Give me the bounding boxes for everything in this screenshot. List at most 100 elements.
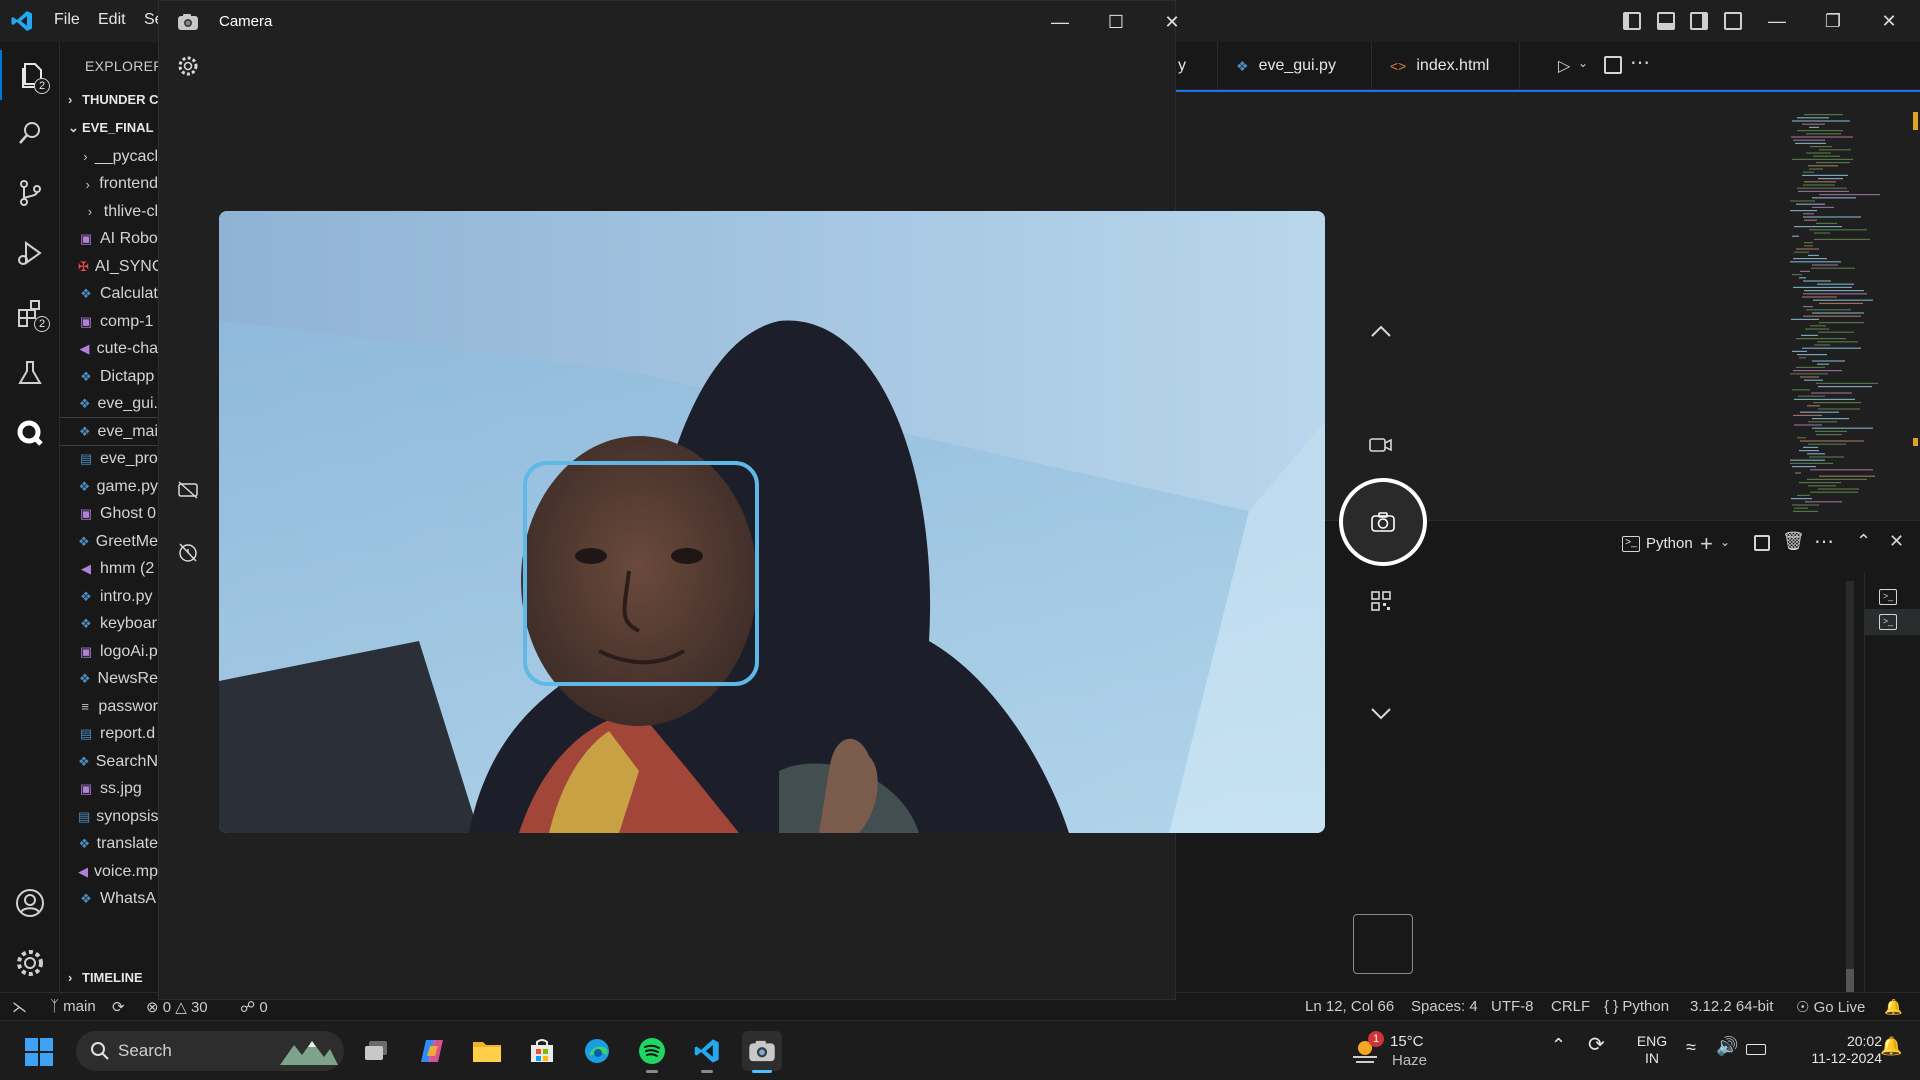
file-item[interactable]: ◀ cute-cha bbox=[60, 336, 158, 363]
qr-scan-button[interactable] bbox=[1361, 581, 1401, 621]
camera-close-icon[interactable]: ✕ bbox=[1149, 7, 1195, 37]
ports-indicator[interactable]: ☍ 0 bbox=[240, 998, 268, 1016]
terminal-selector[interactable]: >_ Python bbox=[1622, 535, 1693, 552]
camera-maximize-icon[interactable]: ☐ bbox=[1093, 7, 1139, 37]
terminal-scrollbar[interactable] bbox=[1846, 581, 1854, 993]
file-item[interactable]: ❖ WhatsA bbox=[60, 886, 158, 913]
file-item[interactable]: ❖ SearchN bbox=[60, 748, 158, 775]
trash-icon[interactable]: 🗑 bbox=[1782, 531, 1805, 552]
camera-viewfinder[interactable] bbox=[219, 211, 1325, 833]
problems-indicator[interactable]: ⊗ 0 △ 30 bbox=[146, 998, 208, 1016]
branch-indicator[interactable]: ᛉ main bbox=[50, 998, 96, 1015]
file-item[interactable]: ▣ Ghost 0 bbox=[60, 501, 158, 528]
file-item[interactable]: ▤ synopsis bbox=[60, 803, 158, 830]
language-mode[interactable]: { } Python bbox=[1604, 998, 1669, 1015]
panel-more-icon[interactable]: ⋯ bbox=[1814, 529, 1834, 554]
sync-icon[interactable]: ⟳ bbox=[112, 998, 125, 1016]
tab-partial[interactable]: y bbox=[1176, 42, 1218, 90]
hdr-off-icon[interactable] bbox=[177, 479, 199, 501]
file-item[interactable]: ◀ hmm (2 bbox=[60, 556, 158, 583]
battery-icon[interactable] bbox=[1746, 1044, 1766, 1055]
file-item[interactable]: ▣ logoAi.p bbox=[60, 638, 158, 665]
run-dropdown-icon[interactable]: ⌄ bbox=[1578, 56, 1588, 70]
split-terminal-icon[interactable] bbox=[1754, 535, 1770, 551]
edge-button[interactable] bbox=[577, 1031, 617, 1071]
start-button[interactable] bbox=[24, 1037, 54, 1067]
terminal-tab-icon[interactable]: >_ bbox=[1879, 589, 1897, 605]
testing-activity[interactable] bbox=[0, 348, 60, 398]
vscode-taskbar-button[interactable] bbox=[687, 1031, 727, 1073]
file-item[interactable]: ▣ comp-1 bbox=[60, 308, 158, 335]
maximize-panel-icon[interactable]: ⌃ bbox=[1856, 531, 1871, 552]
file-item[interactable]: ▣ AI Robo bbox=[60, 226, 158, 253]
volume-icon[interactable]: 🔊 bbox=[1716, 1037, 1738, 1055]
close-panel-icon[interactable]: ✕ bbox=[1889, 531, 1904, 552]
file-item[interactable]: ❖ intro.py bbox=[60, 583, 158, 610]
file-item[interactable]: ❖ NewsRe bbox=[60, 666, 158, 693]
manage-activity[interactable] bbox=[0, 938, 60, 988]
spotify-button[interactable] bbox=[632, 1031, 672, 1073]
toggle-secondary-sidebar-icon[interactable] bbox=[1690, 12, 1708, 30]
live-share-activity[interactable] bbox=[0, 408, 60, 458]
accounts-activity[interactable] bbox=[0, 878, 60, 928]
run-debug-activity[interactable] bbox=[0, 228, 60, 278]
toggle-panel-icon[interactable] bbox=[1657, 12, 1675, 30]
last-photo-thumbnail[interactable] bbox=[1353, 914, 1413, 974]
input-language[interactable]: ENG IN bbox=[1630, 1033, 1674, 1067]
copilot-button[interactable] bbox=[412, 1031, 452, 1071]
toggle-sidebar-icon[interactable] bbox=[1623, 12, 1641, 30]
take-photo-button[interactable] bbox=[1339, 478, 1427, 566]
video-mode-button[interactable] bbox=[1361, 425, 1401, 465]
file-item[interactable]: ❖ GreetMe bbox=[60, 528, 158, 555]
terminal-scrollbar-thumb[interactable] bbox=[1846, 969, 1854, 993]
encoding[interactable]: UTF-8 bbox=[1491, 998, 1534, 1015]
customize-layout-icon[interactable] bbox=[1724, 12, 1742, 30]
run-python-icon[interactable]: ▷ bbox=[1558, 56, 1570, 76]
show-hidden-icons[interactable]: ⌃ bbox=[1551, 1036, 1566, 1054]
file-item[interactable]: ▣ ss.jpg bbox=[60, 776, 158, 803]
file-item[interactable]: ❖ keyboar bbox=[60, 611, 158, 638]
tab-eve-gui[interactable]: ❖ eve_gui.py bbox=[1218, 42, 1372, 90]
cursor-position[interactable]: Ln 12, Col 66 bbox=[1305, 998, 1394, 1015]
explorer-activity[interactable]: 2 bbox=[0, 50, 60, 100]
clock[interactable]: 20:02 11-12-2024 bbox=[1782, 1033, 1882, 1067]
weather-widget[interactable]: 1 15°C Haze bbox=[1346, 1031, 1456, 1071]
menu-edit[interactable]: Edit bbox=[98, 11, 126, 29]
file-item[interactable]: ✠ AI_SYNC bbox=[60, 253, 158, 280]
notification-bell-icon[interactable]: 🔔 bbox=[1880, 1037, 1902, 1055]
remote-icon[interactable]: ⋋ bbox=[12, 998, 27, 1016]
file-item[interactable]: ▤ eve_pro bbox=[60, 446, 158, 473]
minimap[interactable] bbox=[1780, 112, 1910, 512]
file-item[interactable]: ❖ translate bbox=[60, 831, 158, 858]
vscode-restore-icon[interactable]: ❐ bbox=[1820, 8, 1846, 34]
file-item[interactable]: ❖ eve_gui. bbox=[60, 391, 158, 418]
indentation[interactable]: Spaces: 4 bbox=[1411, 998, 1478, 1015]
camera-taskbar-button[interactable] bbox=[742, 1031, 782, 1073]
scroll-up-button[interactable] bbox=[1361, 311, 1401, 351]
file-item[interactable]: ▤ report.d bbox=[60, 721, 158, 748]
task-view-button[interactable] bbox=[357, 1031, 397, 1071]
source-control-activity[interactable] bbox=[0, 168, 60, 218]
wifi-icon[interactable]: ≈ bbox=[1686, 1038, 1696, 1056]
terminal-dropdown-icon[interactable]: ⌄ bbox=[1720, 535, 1730, 549]
taskbar-search[interactable]: Search bbox=[76, 1031, 344, 1071]
camera-settings-icon[interactable] bbox=[177, 55, 199, 77]
vscode-minimize-icon[interactable]: — bbox=[1764, 8, 1790, 34]
file-explorer-button[interactable] bbox=[467, 1031, 507, 1071]
section-timeline[interactable]: › TIMELINE bbox=[68, 970, 143, 985]
go-live[interactable]: ☉ Go Live bbox=[1796, 998, 1865, 1016]
search-activity[interactable] bbox=[0, 108, 60, 158]
section-project[interactable]: ⌄ EVE_FINAL bbox=[68, 120, 154, 136]
file-item[interactable]: ≡ passwor bbox=[60, 693, 158, 720]
camera-minimize-icon[interactable]: — bbox=[1037, 7, 1083, 37]
tab-index-html[interactable]: <> index.html bbox=[1372, 42, 1520, 90]
extensions-activity[interactable]: 2 bbox=[0, 288, 60, 338]
line-ending[interactable]: CRLF bbox=[1551, 998, 1590, 1015]
file-item[interactable]: ❖ Dictapp bbox=[60, 363, 158, 390]
folder-item[interactable]: › __pycacl bbox=[60, 143, 158, 170]
file-item[interactable]: ❖ game.py bbox=[60, 473, 158, 500]
new-terminal-icon[interactable]: + bbox=[1700, 531, 1713, 557]
file-item[interactable]: ❖ Calculat bbox=[60, 281, 158, 308]
scroll-down-button[interactable] bbox=[1361, 694, 1401, 734]
file-item[interactable]: ◀ voice.mp bbox=[60, 858, 158, 885]
